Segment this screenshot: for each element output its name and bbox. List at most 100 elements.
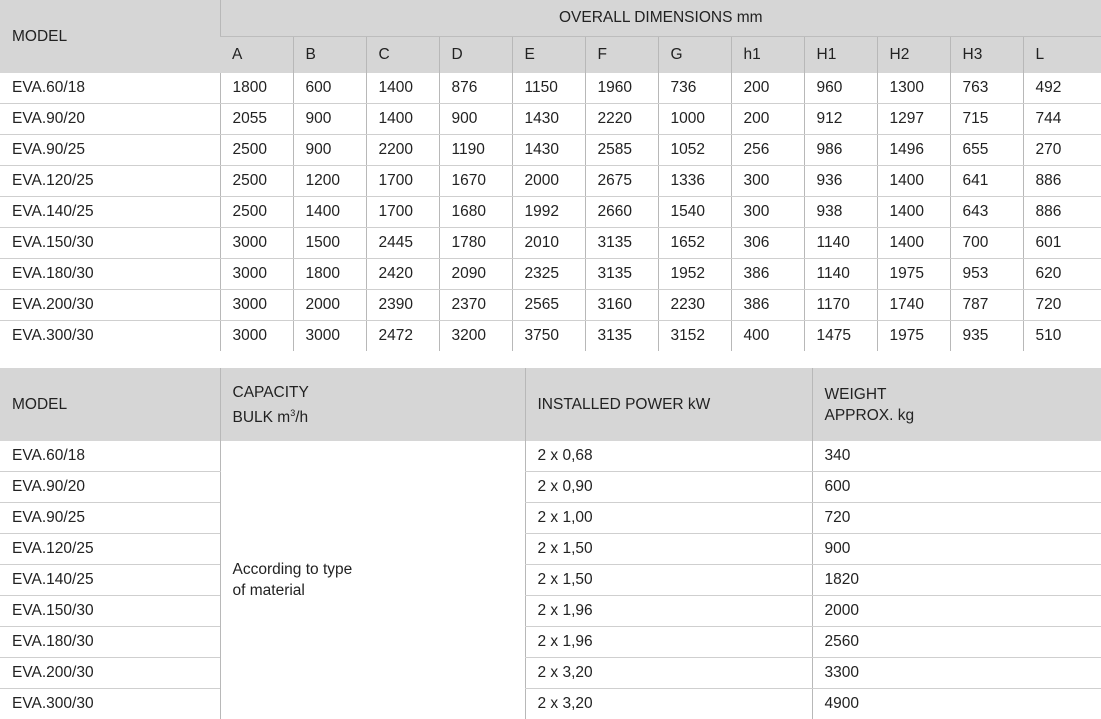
installed-power-header: INSTALLED POWER kW — [525, 368, 812, 441]
power-cell: 2 x 1,50 — [525, 565, 812, 596]
dimension-cell: 200 — [731, 73, 804, 104]
table-row: EVA.90/252 x 1,00720 — [0, 503, 1101, 534]
dimension-cell: 1297 — [877, 104, 950, 135]
dimension-cell: 744 — [1023, 104, 1101, 135]
dim-column-header: G — [658, 36, 731, 73]
model-cell: EVA.140/25 — [0, 565, 220, 596]
specs-model-header: MODEL — [0, 368, 220, 441]
dimension-cell: 1960 — [585, 73, 658, 104]
dimension-cell: 2370 — [439, 290, 512, 321]
dimension-cell: 1670 — [439, 166, 512, 197]
dimension-cell: 1652 — [658, 228, 731, 259]
dimension-cell: 886 — [1023, 197, 1101, 228]
model-cell: EVA.180/30 — [0, 259, 220, 290]
dimension-cell: 1496 — [877, 135, 950, 166]
model-cell: EVA.90/20 — [0, 472, 220, 503]
model-cell: EVA.90/25 — [0, 135, 220, 166]
dimension-cell: 886 — [1023, 166, 1101, 197]
dimension-cell: 1170 — [804, 290, 877, 321]
dimension-cell: 256 — [731, 135, 804, 166]
table-row: EVA.90/252500900220011901430258510522569… — [0, 135, 1101, 166]
dimension-cell: 2675 — [585, 166, 658, 197]
dimension-cell: 1780 — [439, 228, 512, 259]
dimension-cell: 2220 — [585, 104, 658, 135]
dimension-cell: 1400 — [366, 104, 439, 135]
model-cell: EVA.120/25 — [0, 166, 220, 197]
dimension-cell: 1500 — [293, 228, 366, 259]
dimension-cell: 1800 — [293, 259, 366, 290]
table-row: EVA.180/302 x 1,962560 — [0, 627, 1101, 658]
dimension-cell: 620 — [1023, 259, 1101, 290]
weight-header-line2: APPROX. kg — [825, 405, 1101, 426]
dimension-cell: 938 — [804, 197, 877, 228]
model-cell: EVA.90/25 — [0, 503, 220, 534]
power-cell: 2 x 1,96 — [525, 596, 812, 627]
capacity-value-line1: According to type — [233, 559, 525, 580]
dims-model-header: MODEL — [0, 0, 220, 73]
power-cell: 2 x 3,20 — [525, 658, 812, 689]
table-row: EVA.140/25250014001700168019922660154030… — [0, 197, 1101, 228]
model-cell: EVA.150/30 — [0, 228, 220, 259]
dimension-cell: 300 — [731, 197, 804, 228]
table-row: EVA.200/302 x 3,203300 — [0, 658, 1101, 689]
model-cell: EVA.300/30 — [0, 689, 220, 719]
dimension-cell: 2000 — [512, 166, 585, 197]
overall-dimensions-header: OVERALL DIMENSIONS mm — [220, 0, 1101, 36]
dimension-cell: 2660 — [585, 197, 658, 228]
dimension-cell: 3135 — [585, 259, 658, 290]
table-row: EVA.150/30300015002445178020103135165230… — [0, 228, 1101, 259]
dimension-cell: 386 — [731, 290, 804, 321]
dimension-cell: 1740 — [877, 290, 950, 321]
dimension-cell: 300 — [731, 166, 804, 197]
capacity-cell: According to typeof material — [220, 441, 525, 719]
dimension-cell: 960 — [804, 73, 877, 104]
model-cell: EVA.200/30 — [0, 658, 220, 689]
table-row: EVA.140/252 x 1,501820 — [0, 565, 1101, 596]
dimension-cell: 2390 — [366, 290, 439, 321]
table-row: EVA.150/302 x 1,962000 — [0, 596, 1101, 627]
dimension-cell: 270 — [1023, 135, 1101, 166]
dimension-cell: 900 — [293, 104, 366, 135]
dim-column-header: H2 — [877, 36, 950, 73]
model-cell: EVA.150/30 — [0, 596, 220, 627]
capacity-header: CAPACITY BULK m3/h — [220, 368, 525, 441]
dimension-cell: 1430 — [512, 135, 585, 166]
dimension-cell: 1052 — [658, 135, 731, 166]
dim-column-header: H3 — [950, 36, 1023, 73]
power-cell: 2 x 0,68 — [525, 441, 812, 472]
dimension-cell: 715 — [950, 104, 1023, 135]
dimension-cell: 2090 — [439, 259, 512, 290]
weight-header-line1: WEIGHT — [825, 384, 1101, 405]
table-row: EVA.120/252 x 1,50900 — [0, 534, 1101, 565]
dimension-cell: 3000 — [220, 259, 293, 290]
dimension-cell: 3000 — [293, 321, 366, 352]
dimension-cell: 492 — [1023, 73, 1101, 104]
capacity-header-line1: CAPACITY — [233, 382, 525, 403]
dimension-cell: 2010 — [512, 228, 585, 259]
spec-sheet: MODEL OVERALL DIMENSIONS mm ABCDEFGh1H1H… — [0, 0, 1101, 717]
model-cell: EVA.300/30 — [0, 321, 220, 352]
dimension-cell: 3135 — [585, 228, 658, 259]
dimension-cell: 3000 — [220, 290, 293, 321]
weight-cell: 2560 — [812, 627, 1101, 658]
model-cell: EVA.60/18 — [0, 73, 220, 104]
dimension-cell: 763 — [950, 73, 1023, 104]
dimension-cell: 953 — [950, 259, 1023, 290]
table-row: EVA.60/18According to typeof material2 x… — [0, 441, 1101, 472]
dimension-cell: 1952 — [658, 259, 731, 290]
dimension-cell: 935 — [950, 321, 1023, 352]
weight-cell: 720 — [812, 503, 1101, 534]
dimension-cell: 1680 — [439, 197, 512, 228]
dimension-cell: 3200 — [439, 321, 512, 352]
dim-column-header: B — [293, 36, 366, 73]
dimension-cell: 3152 — [658, 321, 731, 352]
dimension-cell: 1540 — [658, 197, 731, 228]
dimension-cell: 876 — [439, 73, 512, 104]
dimension-cell: 2445 — [366, 228, 439, 259]
table-row: EVA.200/30300020002390237025653160223038… — [0, 290, 1101, 321]
capacity-unit-suffix: /h — [295, 409, 308, 426]
dimension-cell: 1700 — [366, 166, 439, 197]
dimension-cell: 3135 — [585, 321, 658, 352]
power-cell: 2 x 3,20 — [525, 689, 812, 719]
dimension-cell: 3000 — [220, 228, 293, 259]
